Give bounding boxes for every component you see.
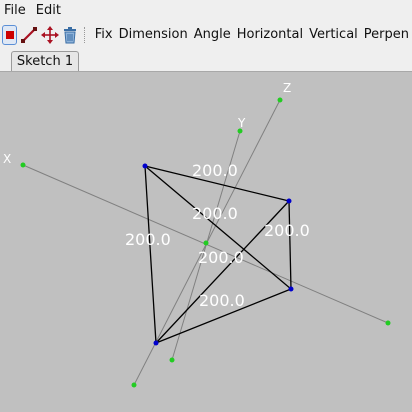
sketch-viewport[interactable]: X Y Z 200.0 200.0 200.0 200.0 200.0 200.…: [0, 72, 412, 412]
delete-button[interactable]: [62, 25, 78, 45]
trash-icon: [64, 27, 77, 44]
axis-point[interactable]: [237, 128, 243, 134]
stop-button[interactable]: [2, 25, 18, 45]
z-axis-label: Z: [283, 81, 291, 95]
dimension-label[interactable]: 200.0: [125, 230, 171, 249]
sketch-edge[interactable]: [288, 200, 292, 290]
move-tool-button[interactable]: [41, 25, 60, 45]
vertex-point[interactable]: [142, 163, 148, 169]
dimension-label[interactable]: 200.0: [192, 204, 238, 223]
sketch-edge[interactable]: [144, 165, 157, 344]
sketch-canvas[interactable]: X Y Z 200.0 200.0 200.0 200.0 200.0 200.…: [0, 72, 412, 412]
axis-point[interactable]: [169, 357, 175, 363]
fix-button[interactable]: Fix: [92, 22, 116, 48]
toolbar-separator: [84, 27, 86, 43]
origin-point[interactable]: [203, 240, 209, 246]
tab-bar: Sketch 1: [0, 48, 412, 72]
axis-point[interactable]: [131, 382, 137, 388]
vertex-point[interactable]: [286, 198, 292, 204]
vertical-button[interactable]: Vertical: [306, 22, 361, 48]
perpendicular-button[interactable]: Perpen: [361, 22, 412, 48]
dimension-label[interactable]: 200.0: [264, 221, 310, 240]
y-axis-label: Y: [237, 116, 246, 130]
horizontal-button[interactable]: Horizontal: [234, 22, 306, 48]
toolbar: Fix Dimension Angle Horizontal Vertical …: [0, 22, 412, 48]
dimension-label[interactable]: 200.0: [198, 248, 244, 267]
dimension-button[interactable]: Dimension: [116, 22, 191, 48]
dimension-label[interactable]: 200.0: [192, 161, 238, 180]
menu-file[interactable]: File: [0, 0, 31, 22]
axis-point[interactable]: [277, 97, 283, 103]
line-tool-button[interactable]: [20, 25, 38, 45]
axis-point[interactable]: [385, 320, 391, 326]
tab-sketch-1[interactable]: Sketch 1: [11, 51, 79, 72]
menu-bar: File Edit: [0, 0, 412, 22]
line-tool-icon: [21, 27, 38, 43]
menu-edit[interactable]: Edit: [31, 0, 66, 22]
vertex-point[interactable]: [153, 340, 159, 346]
axis-point[interactable]: [20, 162, 26, 168]
angle-button[interactable]: Angle: [191, 22, 234, 48]
vertex-point[interactable]: [288, 286, 294, 292]
stop-square-icon: [5, 31, 14, 39]
move-arrows-icon: [41, 26, 60, 44]
x-axis-label: X: [3, 152, 11, 166]
dimension-label[interactable]: 200.0: [199, 291, 245, 310]
